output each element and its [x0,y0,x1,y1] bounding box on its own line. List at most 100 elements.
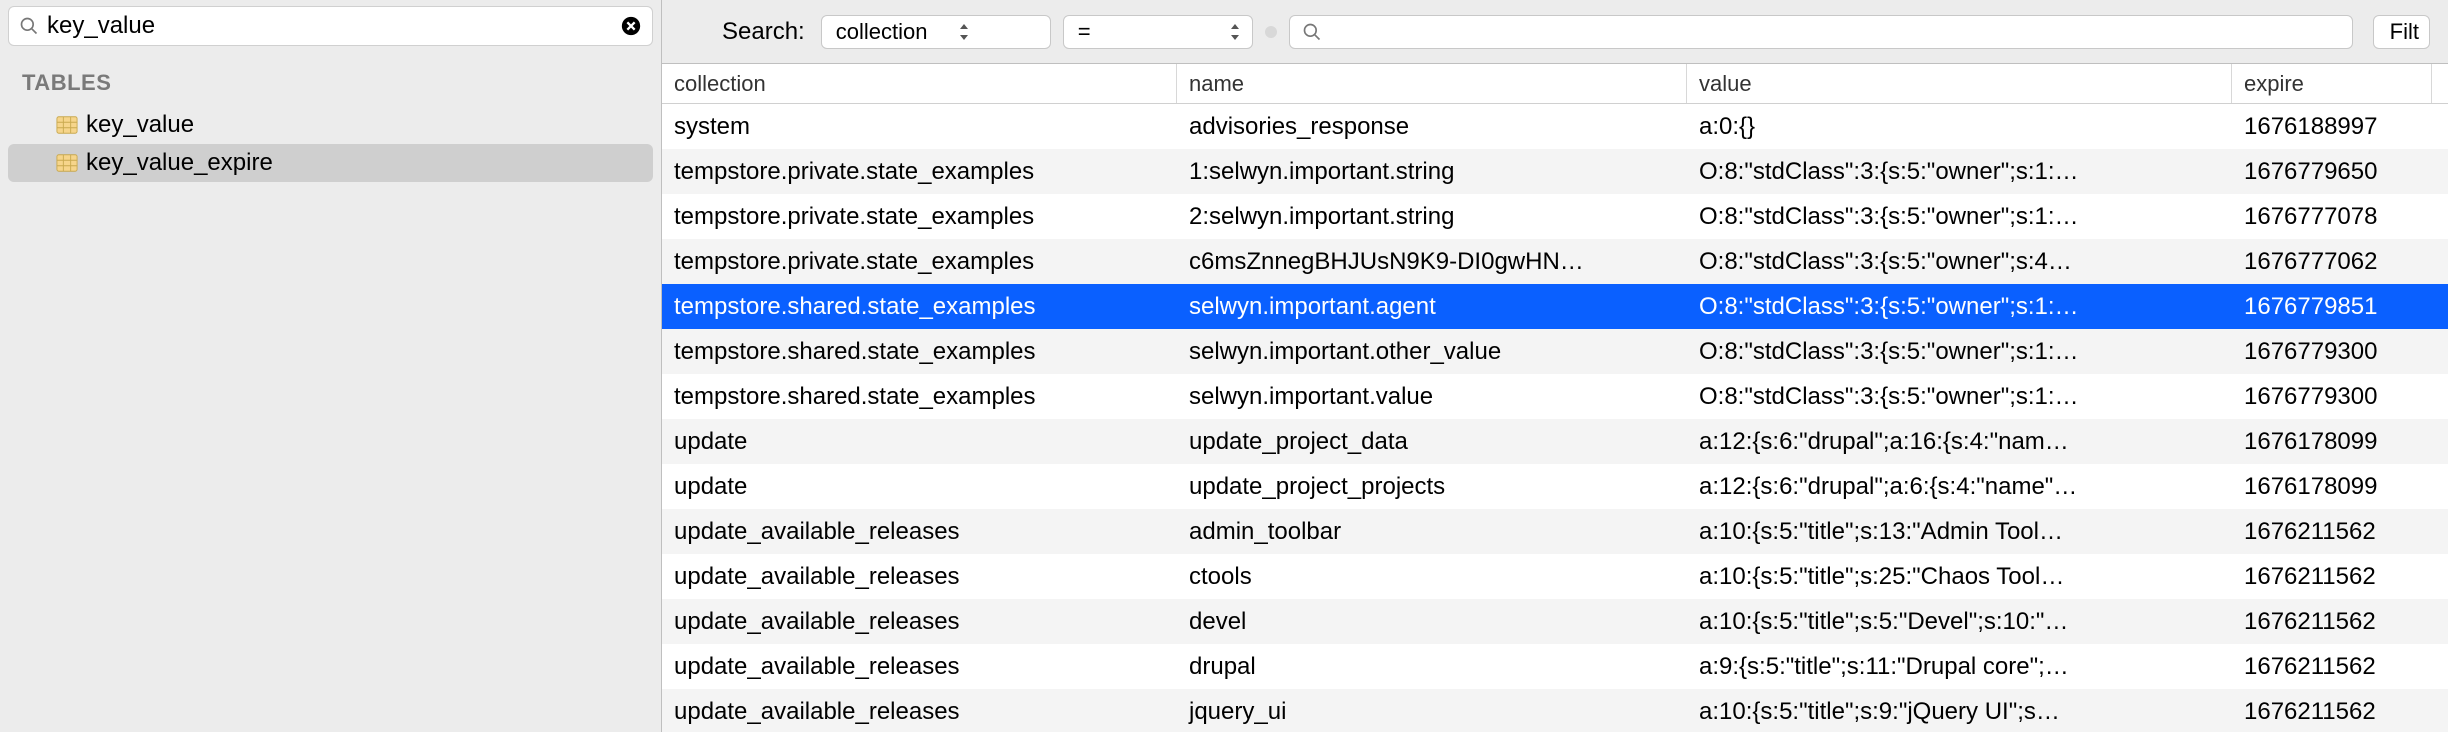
cell-value: a:10:{s:5:"title";s:9:"jQuery UI";s… [1687,689,2232,732]
field-select[interactable]: collection [821,15,1051,49]
cell-collection: tempstore.private.state_examples [662,194,1177,239]
sidebar: TABLES key_value key_value_expire [0,0,662,732]
cell-expire: 1676779300 [2232,329,2432,374]
cell-expire: 1676211562 [2232,644,2432,689]
filter-button-label: Filt [2390,19,2419,45]
cell-name: selwyn.important.agent [1177,284,1687,329]
cell-value: a:10:{s:5:"title";s:25:"Chaos Tool… [1687,554,2232,599]
cell-collection: update_available_releases [662,644,1177,689]
table-icon [56,153,78,173]
cell-expire: 1676777062 [2232,239,2432,284]
tables-heading: TABLES [0,52,661,106]
cell-collection: system [662,104,1177,149]
cell-value: O:8:"stdClass":3:{s:5:"owner";s:1:… [1687,374,2232,419]
cell-expire: 1676211562 [2232,554,2432,599]
cell-value: O:8:"stdClass":3:{s:5:"owner";s:1:… [1687,149,2232,194]
cell-expire: 1676211562 [2232,599,2432,644]
cell-collection: tempstore.shared.state_examples [662,284,1177,329]
cell-name: admin_toolbar [1177,509,1687,554]
cell-expire: 1676188997 [2232,104,2432,149]
column-header-value[interactable]: value [1687,64,2232,103]
cell-collection: tempstore.private.state_examples [662,239,1177,284]
field-select-value: collection [836,19,928,45]
table-row[interactable]: update_available_releasesdevela:10:{s:5:… [662,599,2448,644]
table-row[interactable]: systemadvisories_responsea:0:{}167618899… [662,104,2448,149]
cell-expire: 1676779650 [2232,149,2432,194]
search-icon [19,16,39,36]
cell-value: O:8:"stdClass":3:{s:5:"owner";s:1:… [1687,284,2232,329]
table-row[interactable]: tempstore.private.state_examples1:selwyn… [662,149,2448,194]
grid-header[interactable]: collection name value expire [662,64,2448,104]
cell-collection: update_available_releases [662,599,1177,644]
cell-expire: 1676779851 [2232,284,2432,329]
cell-expire: 1676779300 [2232,374,2432,419]
cell-expire: 1676211562 [2232,689,2432,732]
cell-name: selwyn.important.value [1177,374,1687,419]
table-item-label: key_value [86,111,194,139]
cell-name: 2:selwyn.important.string [1177,194,1687,239]
table-row[interactable]: tempstore.private.state_examplesc6msZnne… [662,239,2448,284]
clear-icon[interactable] [620,15,642,37]
cell-name: drupal [1177,644,1687,689]
cell-collection: update [662,419,1177,464]
table-item[interactable]: key_value [0,106,661,144]
sidebar-search[interactable] [8,6,653,46]
column-header-name[interactable]: name [1177,64,1687,103]
cell-collection: update_available_releases [662,689,1177,732]
cell-collection: tempstore.shared.state_examples [662,329,1177,374]
cell-name: 1:selwyn.important.string [1177,149,1687,194]
table-icon [56,115,78,135]
value-search[interactable] [1289,15,2353,49]
cell-expire: 1676777078 [2232,194,2432,239]
cell-collection: update_available_releases [662,554,1177,599]
cell-expire: 1676211562 [2232,509,2432,554]
operator-select-value: = [1078,19,1091,45]
column-header-collection[interactable]: collection [662,64,1177,103]
cell-value: a:0:{} [1687,104,2232,149]
search-icon [1302,22,1322,42]
table-row[interactable]: tempstore.shared.state_examplesselwyn.im… [662,329,2448,374]
table-row[interactable]: updateupdate_project_projectsa:12:{s:6:"… [662,464,2448,509]
grid-body: systemadvisories_responsea:0:{}167618899… [662,104,2448,732]
table-row[interactable]: updateupdate_project_dataa:12:{s:6:"drup… [662,419,2448,464]
table-row[interactable]: tempstore.private.state_examples2:selwyn… [662,194,2448,239]
column-header-expire[interactable]: expire [2232,64,2432,103]
table-row[interactable]: update_available_releasesdrupala:9:{s:5:… [662,644,2448,689]
sidebar-search-input[interactable] [47,12,620,40]
cell-name: update_project_projects [1177,464,1687,509]
table-row[interactable]: update_available_releasesadmin_toolbara:… [662,509,2448,554]
cell-expire: 1676178099 [2232,464,2432,509]
table-row[interactable]: update_available_releasesctoolsa:10:{s:5… [662,554,2448,599]
data-grid: collection name value expire systemadvis… [662,64,2448,732]
cell-collection: tempstore.private.state_examples [662,149,1177,194]
stepper-icon [955,23,973,41]
cell-collection: update_available_releases [662,509,1177,554]
cell-value: a:12:{s:6:"drupal";a:6:{s:4:"name"… [1687,464,2232,509]
status-dot [1265,26,1277,38]
search-toolbar: Search: collection = Filt [662,0,2448,64]
cell-value: O:8:"stdClass":3:{s:5:"owner";s:1:… [1687,329,2232,374]
table-row[interactable]: tempstore.shared.state_examplesselwyn.im… [662,374,2448,419]
cell-name: update_project_data [1177,419,1687,464]
cell-name: c6msZnnegBHJUsN9K9-DI0gwHN… [1177,239,1687,284]
value-search-input[interactable] [1322,19,2340,45]
stepper-icon [1226,23,1244,41]
cell-name: ctools [1177,554,1687,599]
table-row[interactable]: tempstore.shared.state_examplesselwyn.im… [662,284,2448,329]
cell-value: O:8:"stdClass":3:{s:5:"owner";s:4… [1687,239,2232,284]
main-panel: Search: collection = Filt collection nam… [662,0,2448,732]
cell-collection: update [662,464,1177,509]
table-item[interactable]: key_value_expire [8,144,653,182]
cell-value: a:10:{s:5:"title";s:5:"Devel";s:10:"… [1687,599,2232,644]
table-row[interactable]: update_available_releasesjquery_uia:10:{… [662,689,2448,732]
cell-collection: tempstore.shared.state_examples [662,374,1177,419]
cell-name: devel [1177,599,1687,644]
operator-select[interactable]: = [1063,15,1253,49]
tables-list: key_value key_value_expire [0,106,661,182]
cell-value: a:12:{s:6:"drupal";a:16:{s:4:"nam… [1687,419,2232,464]
cell-value: a:9:{s:5:"title";s:11:"Drupal core";… [1687,644,2232,689]
cell-name: jquery_ui [1177,689,1687,732]
cell-expire: 1676178099 [2232,419,2432,464]
filter-button[interactable]: Filt [2373,15,2430,49]
search-label: Search: [722,18,805,46]
